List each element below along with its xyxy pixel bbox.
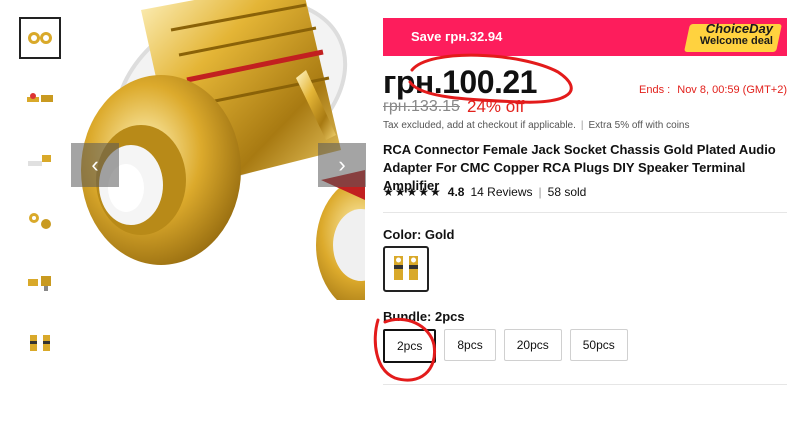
ends-label: Ends : bbox=[639, 84, 671, 96]
divider bbox=[383, 212, 787, 213]
rca-jack-thumbnail-icon bbox=[29, 213, 51, 229]
thumbnail-5[interactable] bbox=[19, 261, 61, 303]
thumbnail-list bbox=[19, 17, 61, 383]
tax-separator: | bbox=[580, 120, 584, 131]
divider bbox=[383, 384, 787, 385]
next-image-button[interactable]: › bbox=[318, 143, 366, 187]
sold-count: 58 sold bbox=[547, 185, 587, 199]
bundle-option-8pcs[interactable]: 8pcs bbox=[444, 329, 496, 361]
gold-jack-swatch-icon bbox=[394, 256, 418, 280]
rating-separator: | bbox=[538, 185, 542, 199]
coins-text[interactable]: Extra 5% off with coins bbox=[589, 120, 690, 131]
bundle-option-2pcs[interactable]: 2pcs bbox=[383, 329, 437, 363]
bundle-option-20pcs[interactable]: 20pcs bbox=[503, 329, 562, 361]
current-price: грн.100.21 bbox=[383, 64, 537, 100]
tax-text: Tax excluded, add at checkout if applica… bbox=[383, 120, 576, 131]
thumbnail-2[interactable] bbox=[19, 78, 61, 120]
tax-note: Tax excluded, add at checkout if applica… bbox=[383, 120, 690, 131]
previous-image-button[interactable]: ‹ bbox=[71, 143, 119, 187]
bundle-label: Bundle: 2pcs bbox=[383, 309, 465, 324]
badge-title: ChoiceDay bbox=[705, 21, 773, 36]
ends-time: Nov 8, 00:59 (GMT+2) bbox=[677, 84, 787, 96]
rca-jack-thumbnail-icon bbox=[28, 276, 51, 291]
rca-jack-thumbnail-icon bbox=[30, 335, 50, 351]
rating-score: 4.8 bbox=[447, 185, 465, 199]
discount-percent: 24% off bbox=[467, 97, 525, 116]
rating-row: ★★★★★ 4.8 14 Reviews | 58 sold bbox=[383, 185, 586, 199]
color-swatch-gold[interactable] bbox=[383, 246, 429, 292]
bundle-options: 2pcs 8pcs 20pcs 50pcs bbox=[383, 329, 628, 363]
rca-jack-thumbnail-icon bbox=[27, 93, 53, 102]
thumbnail-4[interactable] bbox=[19, 200, 61, 242]
badge-subtitle: Welcome deal bbox=[699, 35, 773, 47]
thumbnail-6[interactable] bbox=[19, 322, 61, 364]
thumbnail-3[interactable] bbox=[19, 139, 61, 181]
thumbnail-1[interactable] bbox=[19, 17, 61, 59]
chevron-right-icon: › bbox=[338, 152, 346, 177]
star-rating-icon: ★★★★★ bbox=[383, 185, 442, 199]
save-amount: Save грн.32.94 bbox=[411, 29, 503, 44]
reviews-link[interactable]: 14 Reviews bbox=[470, 185, 532, 199]
bundle-option-50pcs[interactable]: 50pcs bbox=[569, 329, 628, 361]
rca-jack-thumbnail-icon bbox=[28, 32, 52, 44]
deal-end-time: Ends : Nov 8, 00:59 (GMT+2) bbox=[639, 84, 787, 96]
rca-jack-thumbnail-icon bbox=[28, 155, 51, 166]
original-price: грн.133.15 bbox=[383, 98, 460, 115]
promo-banner: Save грн.32.94 ChoiceDay Welcome deal bbox=[383, 18, 787, 56]
choice-day-badge: ChoiceDay Welcome deal bbox=[699, 21, 773, 47]
chevron-left-icon: ‹ bbox=[91, 152, 99, 177]
color-label: Color: Gold bbox=[383, 227, 455, 242]
